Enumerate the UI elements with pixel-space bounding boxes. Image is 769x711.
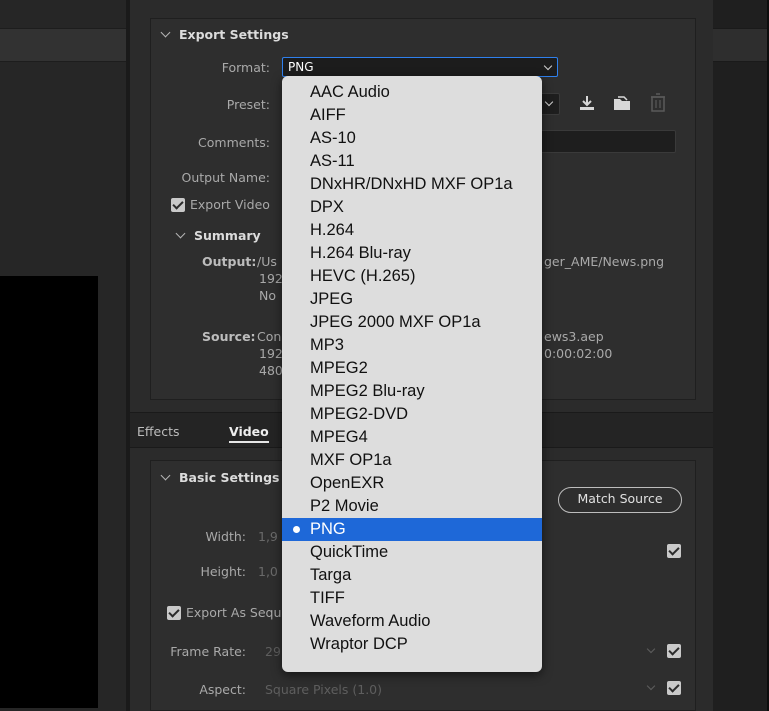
chevron-down-icon (160, 27, 171, 38)
preset-label: Preset: (226, 97, 270, 112)
export-video-label: Export Video (190, 197, 270, 212)
trash-icon[interactable] (650, 93, 666, 117)
output-summary-line1: /Us (257, 254, 277, 269)
height-value[interactable]: 1,0 (258, 564, 278, 579)
frame-rate-checkbox[interactable] (667, 644, 681, 658)
format-label: Format: (221, 60, 270, 75)
preview-area (0, 276, 98, 708)
format-option[interactable]: MPEG2-DVD (282, 403, 542, 426)
comments-label: Comments: (198, 135, 270, 150)
format-option[interactable]: H.264 Blu-ray (282, 242, 542, 265)
format-option[interactable]: MPEG2 Blu-ray (282, 380, 542, 403)
format-option[interactable]: JPEG 2000 MXF OP1a (282, 311, 542, 334)
format-option[interactable]: Targa (282, 564, 542, 587)
tab-video[interactable]: Video (229, 424, 269, 443)
chevron-down-icon (160, 470, 171, 481)
export-settings-title: Export Settings (179, 27, 289, 42)
format-option[interactable]: HEVC (H.265) (282, 265, 542, 288)
left-panel-header (0, 28, 130, 62)
export-video-checkbox[interactable] (171, 198, 185, 212)
source-summary-project: ews3.aep (544, 329, 604, 344)
export-as-sequence-checkbox[interactable] (167, 606, 181, 620)
format-option[interactable]: AIFF (282, 104, 542, 127)
format-dropdown-menu: AAC Audio AIFF AS-10 AS-11 DNxHR/DNxHD M… (282, 76, 542, 672)
output-summary-line2: 192 (259, 271, 283, 286)
tab-effects[interactable]: Effects (137, 424, 180, 439)
width-label: Width: (205, 529, 246, 544)
source-summary-line1: Con (257, 329, 282, 344)
format-select[interactable]: PNG (282, 57, 558, 77)
format-option[interactable]: AS-11 (282, 150, 542, 173)
format-option[interactable]: H.264 (282, 219, 542, 242)
format-option[interactable]: TIFF (282, 587, 542, 610)
aspect-value[interactable]: Square Pixels (1.0) (265, 682, 382, 697)
format-option[interactable]: MXF OP1a (282, 449, 542, 472)
format-option[interactable]: AS-10 (282, 127, 542, 150)
format-option[interactable]: MP3 (282, 334, 542, 357)
source-summary-line3: 480 (259, 363, 283, 378)
format-option[interactable]: MPEG4 (282, 426, 542, 449)
frame-rate-value[interactable]: 29 (265, 644, 281, 659)
selected-dot-icon (293, 526, 300, 533)
chevron-down-icon (543, 61, 553, 71)
source-summary-label: Source: (202, 329, 256, 344)
format-option-selected[interactable]: PNG (282, 518, 542, 541)
basic-settings-header[interactable]: Basic Settings (160, 470, 280, 485)
comments-input[interactable] (540, 130, 676, 153)
aspect-label: Aspect: (199, 682, 246, 697)
format-option[interactable]: OpenEXR (282, 472, 542, 495)
format-option[interactable]: DNxHR/DNxHD MXF OP1a (282, 173, 542, 196)
source-summary-duration: 0:00:02:00 (544, 346, 613, 361)
format-option[interactable]: QuickTime (282, 541, 542, 564)
format-option[interactable]: DPX (282, 196, 542, 219)
format-option[interactable]: MPEG2 (282, 357, 542, 380)
summary-header[interactable]: Summary (175, 228, 261, 243)
format-option[interactable]: Waveform Audio (282, 610, 542, 633)
format-option-label: PNG (310, 520, 346, 538)
format-option[interactable]: P2 Movie (282, 495, 542, 518)
size-override-checkbox[interactable] (667, 544, 681, 558)
match-source-button[interactable]: Match Source (558, 487, 682, 513)
aspect-checkbox[interactable] (667, 681, 681, 695)
frame-rate-label: Frame Rate: (170, 644, 246, 659)
width-value[interactable]: 1,9 (258, 529, 278, 544)
right-panel-header (713, 28, 769, 62)
source-summary-line2: 192 (259, 346, 283, 361)
export-as-sequence-label: Export As Sequ (186, 605, 282, 620)
format-option[interactable]: Wraptor DCP (282, 633, 542, 656)
output-summary-line3: No (259, 288, 276, 303)
import-folder-icon[interactable] (612, 94, 632, 116)
chevron-down-icon (175, 228, 186, 239)
export-settings-header[interactable]: Export Settings (160, 27, 289, 42)
output-summary-label: Output: (202, 254, 257, 269)
format-option[interactable]: JPEG (282, 288, 542, 311)
basic-settings-title: Basic Settings (179, 470, 280, 485)
output-name-label: Output Name: (181, 170, 270, 185)
download-icon[interactable] (578, 94, 596, 116)
format-option[interactable]: AAC Audio (282, 81, 542, 104)
height-label: Height: (200, 564, 246, 579)
chevron-down-icon (544, 97, 554, 107)
output-summary-path: ger_AME/News.png (544, 254, 665, 269)
right-panel (713, 0, 769, 711)
format-select-value: PNG (288, 60, 314, 74)
summary-title: Summary (194, 228, 261, 243)
